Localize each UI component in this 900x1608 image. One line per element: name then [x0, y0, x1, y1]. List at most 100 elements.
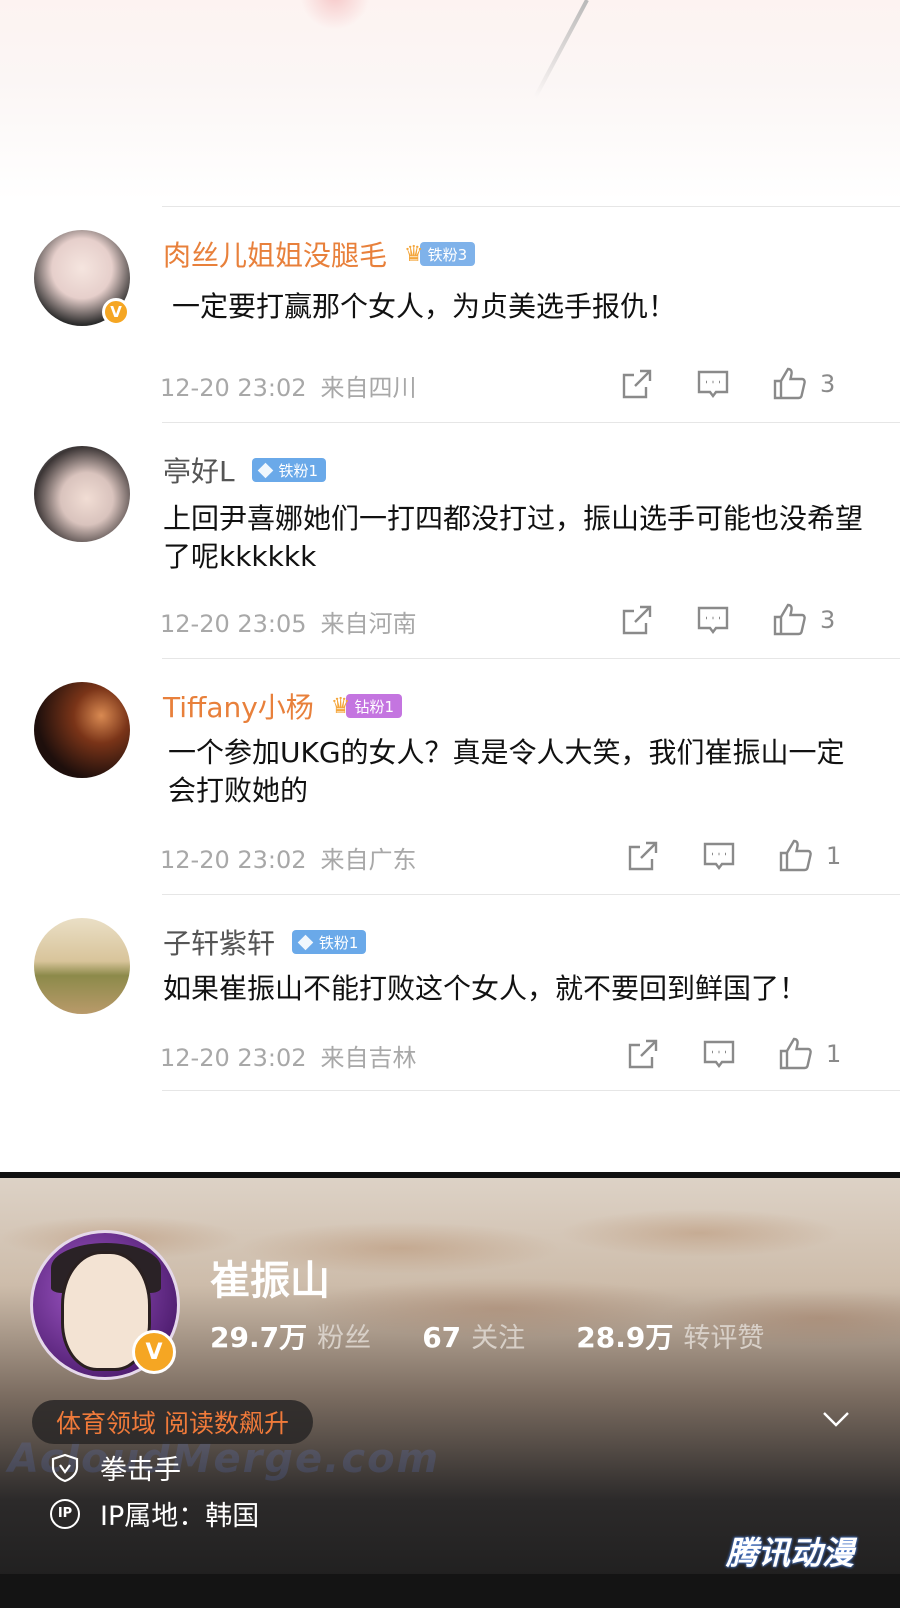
comment-button[interactable]: [696, 364, 730, 404]
stat-value: 67: [422, 1321, 462, 1354]
comment-meta: 12-20 23:02 来自四川: [160, 368, 417, 403]
comment-meta: 12-20 23:02 来自吉林: [160, 1038, 417, 1073]
stat-followers[interactable]: 29.7万 粉丝: [210, 1316, 371, 1356]
comment-text: 一个参加UKG的女人？真是令人大笑，我们崔振山一定会打败她的: [168, 736, 845, 807]
like-count: 3: [820, 370, 836, 398]
top-header-fade: [0, 0, 900, 200]
thumbs-up-icon: [779, 1037, 812, 1070]
fan-badge[interactable]: ♛ 铁粉3: [403, 241, 476, 267]
profile-card: V 崔振山 29.7万 粉丝 67 关注 28.9万 转评赞 AcloudMerge.…: [0, 1172, 900, 1608]
comment-meta: 12-20 23:02 来自广东: [160, 840, 417, 875]
profile-bottom-strip: [0, 1574, 900, 1608]
comment-button[interactable]: [702, 1034, 736, 1074]
ip-location-icon: IP: [50, 1498, 80, 1529]
commenter-avatar[interactable]: [34, 918, 130, 1014]
profile-tag[interactable]: 体育领域 阅读数飙升: [32, 1400, 313, 1444]
share-button[interactable]: [620, 364, 654, 404]
comment-location: 来自四川: [320, 374, 417, 402]
comment-location: 来自广东: [320, 846, 417, 874]
fan-badge-pill: 铁粉1: [251, 458, 327, 482]
stat-label: 转评赞: [683, 1323, 765, 1354]
commenter-name-text[interactable]: Tiffany小杨: [163, 691, 314, 724]
like-button[interactable]: 1: [778, 1034, 841, 1074]
like-button[interactable]: 3: [772, 364, 835, 404]
divider: [162, 206, 900, 207]
commenter-name-text[interactable]: 亭好L: [163, 455, 235, 488]
diamond-icon: [257, 462, 273, 478]
share-icon: [622, 605, 652, 635]
divider: [162, 422, 900, 423]
comment-icon: [697, 606, 729, 634]
thumbs-up-icon: [779, 839, 812, 872]
share-icon: [622, 369, 652, 399]
comment-actions: 3: [620, 364, 900, 404]
comment-location: 来自河南: [320, 610, 417, 638]
comment-time: 12-20 23:02: [160, 374, 307, 402]
profile-ip: IP属地：韩国: [100, 1501, 260, 1532]
shield-icon: [50, 1453, 80, 1483]
commenter-name[interactable]: 肉丝儿姐姐没腿毛 ♛ 铁粉3: [163, 234, 476, 274]
fan-badge[interactable]: ♛ 钻粉1: [331, 693, 402, 719]
divider: [162, 1090, 900, 1091]
stat-label: 粉丝: [317, 1323, 372, 1354]
stat-value: 28.9万: [576, 1321, 674, 1354]
share-icon: [628, 1039, 658, 1069]
stat-value: 29.7万: [210, 1321, 308, 1354]
decorative-blob: [300, 0, 370, 30]
stat-following[interactable]: 67 关注: [422, 1316, 525, 1355]
comment-actions: 1: [626, 1034, 900, 1074]
fan-badge[interactable]: 铁粉1: [291, 929, 367, 955]
share-button[interactable]: [626, 836, 660, 876]
fan-badge-label: 钻粉1: [346, 694, 402, 718]
diamond-icon: [297, 934, 314, 950]
decorative-line: [533, 0, 589, 99]
fan-badge-pill: 铁粉1: [291, 930, 367, 954]
like-button[interactable]: 1: [778, 836, 841, 876]
comment-text: 上回尹喜娜她们一打四都没打过，振山选手可能也没希望了呢kkkkkk: [163, 502, 864, 573]
comment-icon: [703, 842, 735, 870]
comment-text: 如果崔振山不能打败这个女人，就不要回到鲜国了！: [163, 972, 808, 1005]
verified-icon: V: [102, 298, 130, 326]
divider: [162, 894, 900, 895]
chevron-down-icon[interactable]: [822, 1410, 850, 1432]
like-count: 1: [826, 842, 842, 870]
commenter-name[interactable]: 亭好L 铁粉1: [163, 450, 327, 490]
commenter-name-text[interactable]: 子轩紫轩: [163, 927, 275, 960]
comment-icon: [697, 370, 729, 398]
commenter-name-text[interactable]: 肉丝儿姐姐没腿毛: [163, 239, 387, 272]
profile-occupation: 拳击手: [100, 1455, 181, 1486]
comment-actions: 1: [626, 836, 900, 876]
commenter-name[interactable]: Tiffany小杨 ♛ 钻粉1: [163, 686, 402, 726]
comment-time: 12-20 23:02: [160, 1044, 307, 1072]
comment-location: 来自吉林: [320, 1044, 417, 1072]
like-button[interactable]: 3: [772, 600, 835, 640]
share-button[interactable]: [620, 600, 654, 640]
comment-button[interactable]: [696, 600, 730, 640]
fan-badge[interactable]: 铁粉1: [251, 457, 327, 483]
profile-name: 崔振山: [210, 1258, 330, 1304]
stat-label: 关注: [471, 1323, 526, 1354]
commenter-avatar[interactable]: V: [34, 230, 130, 326]
commenter-avatar[interactable]: [34, 682, 130, 778]
crown-icon: ♛: [403, 241, 424, 267]
fan-badge-label: 铁粉1: [318, 933, 359, 952]
comment-time: 12-20 23:05: [160, 610, 307, 638]
like-count: 3: [820, 606, 836, 634]
share-icon: [628, 841, 658, 871]
crown-icon: ♛: [330, 693, 351, 719]
comment-button[interactable]: [702, 836, 736, 876]
share-button[interactable]: [626, 1034, 660, 1074]
fan-badge-label: 铁粉1: [278, 461, 319, 480]
stat-engagement[interactable]: 28.9万 转评赞: [576, 1316, 764, 1356]
like-count: 1: [826, 1040, 842, 1068]
commenter-avatar[interactable]: [34, 446, 130, 542]
comment-text: 一定要打赢那个女人，为贞美选手报仇！: [172, 290, 677, 323]
commenter-name[interactable]: 子轩紫轩 铁粉1: [163, 922, 367, 962]
profile-stats: 29.7万 粉丝 67 关注 28.9万 转评赞: [210, 1316, 810, 1356]
comment-meta: 12-20 23:05 来自河南: [160, 604, 417, 639]
fan-badge-label: 铁粉3: [419, 242, 476, 266]
verified-icon: V: [132, 1330, 176, 1374]
comment-icon: [703, 1040, 735, 1068]
watermark: 腾讯动漫: [726, 1534, 855, 1572]
profile-ip-row: IP IP属地：韩国: [50, 1494, 259, 1533]
